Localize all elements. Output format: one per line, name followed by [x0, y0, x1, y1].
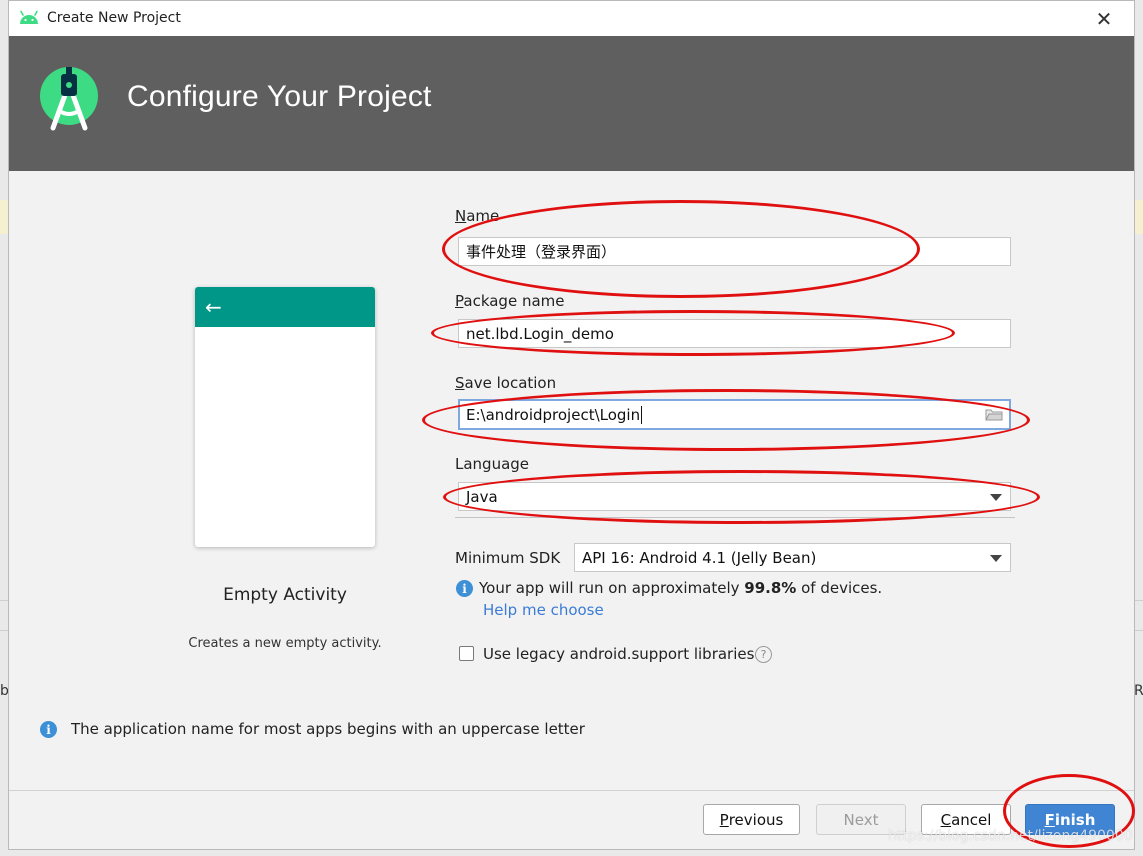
save-location-label-mnemonic: S [455, 374, 465, 392]
close-icon: ✕ [1095, 6, 1113, 31]
save-location-input-value: E:\androidproject\Login [466, 405, 641, 424]
package-name-input-value: net.lbd.Login_demo [466, 324, 614, 343]
footer-divider [9, 790, 1134, 791]
language-label: Language [455, 455, 530, 473]
info-icon: i [40, 721, 57, 738]
language-select[interactable]: Java [458, 482, 1011, 511]
back-arrow-icon: ← [205, 295, 222, 319]
minimum-sdk-selected-value: API 16: Android 4.1 (Jelly Bean) [582, 548, 817, 567]
android-head-icon [20, 10, 38, 24]
wizard-header: Configure Your Project [9, 36, 1134, 171]
minimum-sdk-select[interactable]: API 16: Android 4.1 (Jelly Bean) [574, 543, 1011, 572]
activity-preview: ← [195, 287, 375, 547]
device-coverage-text: Your app will run on approximately 99.8%… [479, 579, 882, 597]
preview-app-bar: ← [195, 287, 375, 327]
template-description: Creates a new empty activity. [188, 636, 382, 651]
name-label-mnemonic: N [455, 207, 467, 225]
next-label: Next [843, 810, 879, 829]
chevron-down-icon [990, 494, 1002, 501]
package-name-input[interactable]: net.lbd.Login_demo [458, 319, 1011, 348]
previous-rest: revious [728, 810, 784, 829]
name-input[interactable]: 事件处理（登录界面） [458, 237, 1011, 266]
info-icon: i [456, 580, 473, 597]
background-text-fragment: R [1134, 683, 1143, 699]
section-separator [455, 517, 1015, 518]
question-mark-icon[interactable]: ? [755, 646, 772, 663]
text-caret [641, 405, 643, 424]
language-selected-value: Java [466, 487, 498, 506]
validation-message: The application name for most apps begin… [71, 720, 585, 738]
previous-mnemonic: P [719, 810, 729, 829]
close-button[interactable]: ✕ [1074, 1, 1134, 36]
chevron-down-icon [990, 555, 1002, 562]
legacy-support-checkbox[interactable] [459, 646, 474, 661]
save-location-label-rest: ave location [464, 374, 557, 392]
finish-mnemonic: F [1044, 810, 1055, 829]
watermark: https://blog.csdn.net/lizong490000 [888, 828, 1133, 844]
name-input-value: 事件处理（登录界面） [466, 243, 617, 261]
template-name: Empty Activity [223, 585, 347, 605]
cancel-rest: ancel [951, 810, 992, 829]
minimum-sdk-label: Minimum SDK [455, 549, 561, 567]
coverage-percent: 99.8% [744, 579, 797, 597]
name-label-rest: ame [466, 207, 500, 225]
package-name-label: Package name [455, 292, 565, 310]
help-me-choose-link[interactable]: Help me choose [483, 601, 604, 619]
save-location-label: Save location [455, 374, 556, 392]
finish-rest: inish [1054, 810, 1096, 829]
android-studio-logo-icon [40, 67, 98, 131]
coverage-prefix: Your app will run on approximately [479, 579, 745, 597]
title-bar: Create New Project ✕ [9, 1, 1134, 36]
create-project-dialog: Create New Project ✕ Configure Your Proj… [8, 0, 1135, 850]
name-label: Name [455, 207, 499, 225]
page-title: Configure Your Project [127, 80, 432, 113]
previous-button[interactable]: Previous [703, 804, 800, 835]
save-location-input[interactable]: E:\androidproject\Login [458, 399, 1011, 430]
package-name-label-rest: ackage name [463, 292, 565, 310]
legacy-support-label[interactable]: Use legacy android.support libraries [483, 645, 754, 663]
folder-icon[interactable] [985, 407, 1003, 421]
coverage-suffix: of devices. [796, 579, 883, 597]
cancel-mnemonic: C [940, 810, 952, 829]
window-title: Create New Project [47, 10, 181, 26]
